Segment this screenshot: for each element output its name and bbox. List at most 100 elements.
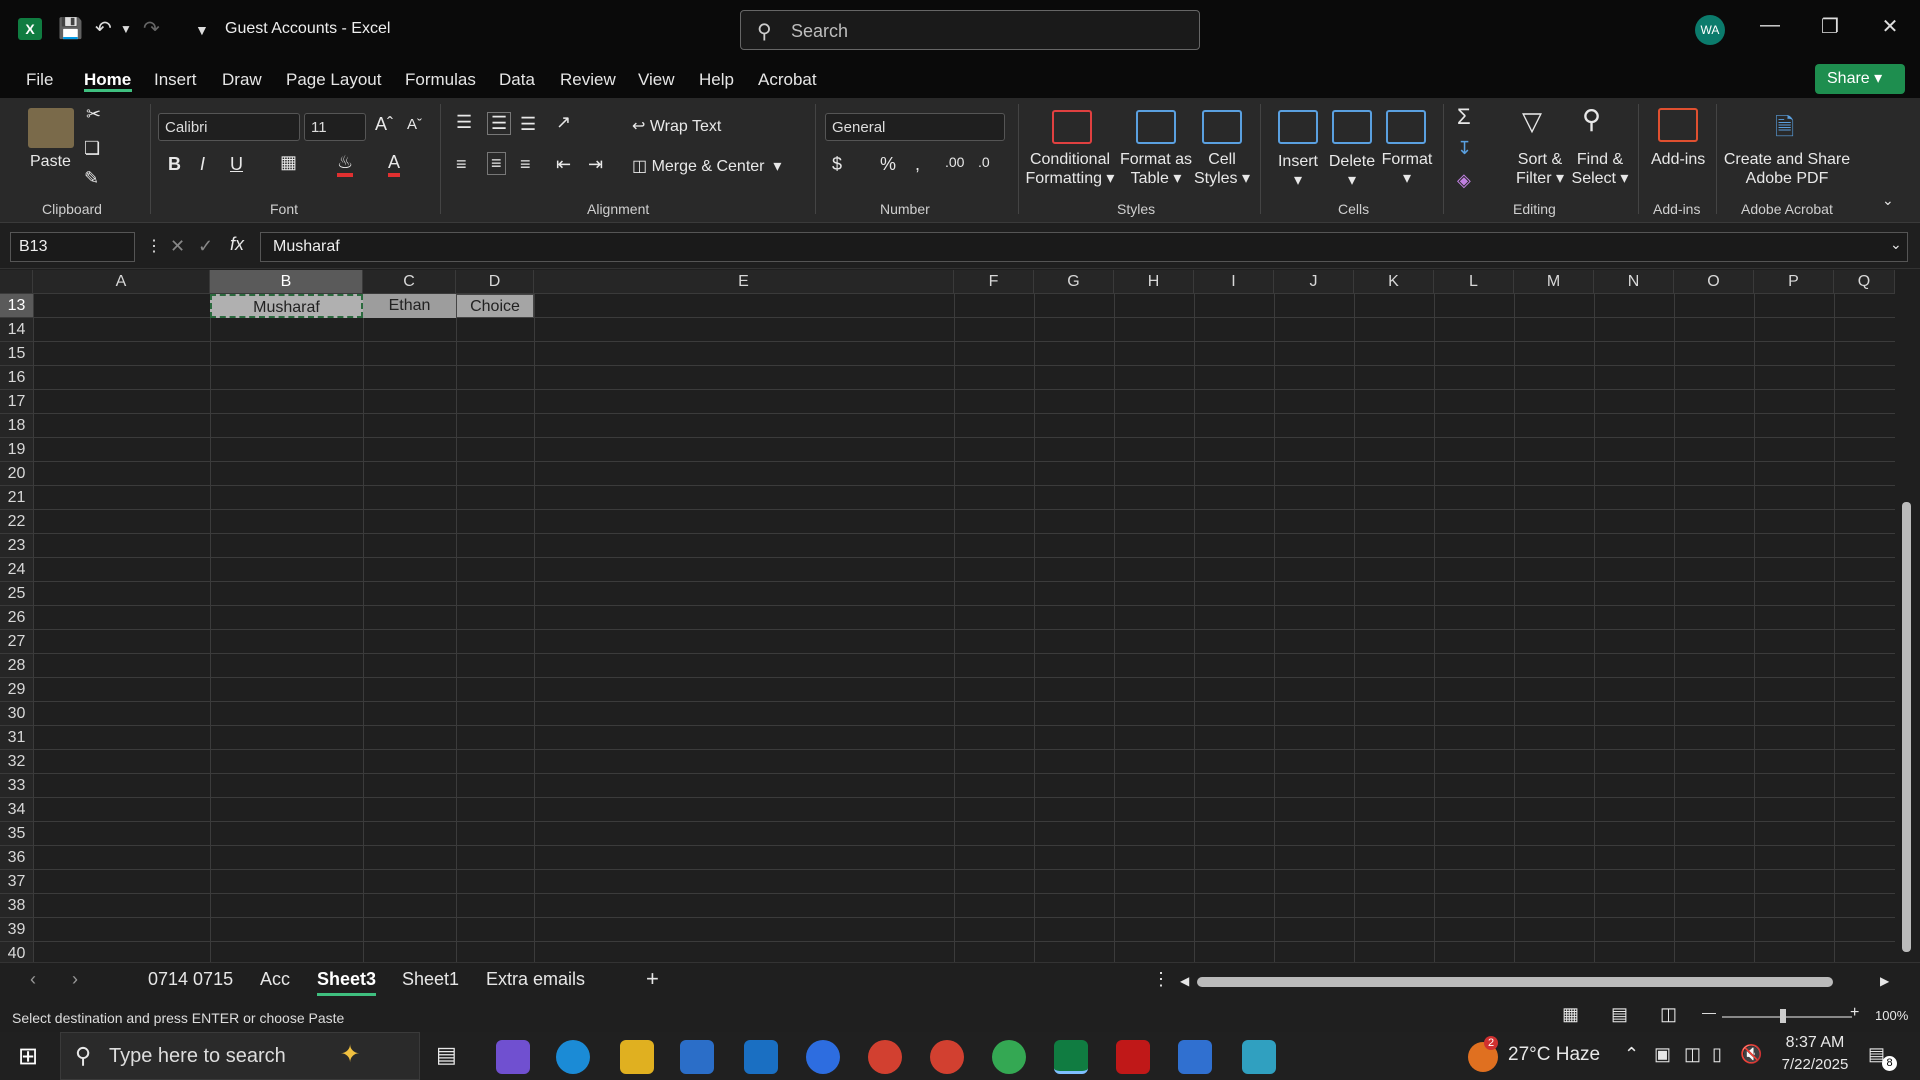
- column-header-j[interactable]: J: [1274, 270, 1354, 294]
- tab-file[interactable]: File: [26, 70, 53, 90]
- store-icon[interactable]: [680, 1040, 714, 1074]
- row-header[interactable]: 32: [0, 750, 33, 774]
- row-header[interactable]: 35: [0, 822, 33, 846]
- merge-center-button[interactable]: ◫ Merge & Center ▾: [632, 157, 781, 176]
- sheet-tab-sheet1[interactable]: Sheet1: [402, 969, 459, 990]
- align-right-icon[interactable]: ≡: [520, 154, 531, 175]
- wrap-text-button[interactable]: ↩ Wrap Text: [632, 117, 721, 136]
- cell-c13[interactable]: Ethan: [363, 294, 456, 318]
- row-header[interactable]: 27: [0, 630, 33, 654]
- paste-label[interactable]: Paste: [30, 152, 71, 171]
- find-select-icon[interactable]: ⚲: [1582, 104, 1601, 135]
- search-box[interactable]: ⚲ Search: [740, 10, 1200, 50]
- row-header[interactable]: 38: [0, 894, 33, 918]
- percent-icon[interactable]: %: [880, 154, 896, 175]
- row-header[interactable]: 22: [0, 510, 33, 534]
- column-header-o[interactable]: O: [1674, 270, 1754, 294]
- edge-icon[interactable]: [556, 1040, 590, 1074]
- conditional-formatting-icon[interactable]: [1052, 110, 1092, 144]
- chrome-alt-icon[interactable]: [992, 1040, 1026, 1074]
- page-break-view-icon[interactable]: ◫: [1660, 1004, 1677, 1025]
- row-header[interactable]: 29: [0, 678, 33, 702]
- row-header[interactable]: 39: [0, 918, 33, 942]
- font-size-select[interactable]: 11: [304, 113, 366, 141]
- italic-icon[interactable]: I: [200, 154, 205, 175]
- excel-taskbar-icon[interactable]: [1054, 1040, 1088, 1074]
- cell-b13[interactable]: Musharaf: [210, 294, 363, 318]
- decrease-decimal-icon[interactable]: .0: [978, 154, 990, 170]
- minimize-icon[interactable]: —: [1750, 14, 1790, 37]
- borders-icon[interactable]: ▦: [280, 152, 297, 173]
- zoom-out-icon[interactable]: —: [1702, 1004, 1716, 1020]
- device-icon[interactable]: ◫: [1684, 1044, 1701, 1065]
- column-header-n[interactable]: N: [1594, 270, 1674, 294]
- align-center-icon[interactable]: ≡: [487, 152, 506, 175]
- tab-draw[interactable]: Draw: [222, 70, 262, 90]
- row-header[interactable]: 25: [0, 582, 33, 606]
- clear-icon[interactable]: ◈: [1457, 170, 1471, 191]
- format-as-table-button[interactable]: Format as Table ▾: [1118, 150, 1194, 188]
- formula-input[interactable]: Musharaf: [260, 232, 1908, 262]
- restore-icon[interactable]: ❐: [1810, 14, 1850, 39]
- zoom-slider-thumb[interactable]: [1780, 1009, 1786, 1023]
- column-header-f[interactable]: F: [954, 270, 1034, 294]
- more-options-icon[interactable]: ⋮: [146, 236, 162, 256]
- windows-start-icon[interactable]: ⊞: [18, 1042, 38, 1071]
- add-ins-icon[interactable]: [1658, 108, 1698, 142]
- row-header[interactable]: 19: [0, 438, 33, 462]
- decrease-indent-icon[interactable]: ⇤: [556, 154, 571, 175]
- row-header[interactable]: 16: [0, 366, 33, 390]
- column-header-k[interactable]: K: [1354, 270, 1434, 294]
- select-all-corner[interactable]: [0, 270, 33, 294]
- worksheet-grid[interactable]: [0, 270, 1895, 962]
- delete-cells-button[interactable]: Delete ▾: [1326, 152, 1378, 190]
- fill-color-icon[interactable]: ♨: [337, 152, 354, 177]
- column-header-h[interactable]: H: [1114, 270, 1194, 294]
- battery-icon[interactable]: ▯: [1712, 1044, 1722, 1065]
- clock-time[interactable]: 8:37 AM: [1775, 1034, 1855, 1052]
- close-icon[interactable]: ✕: [1870, 14, 1910, 39]
- column-header-p[interactable]: P: [1754, 270, 1834, 294]
- tab-home[interactable]: Home: [84, 70, 131, 90]
- tab-insert[interactable]: Insert: [154, 70, 197, 90]
- filezilla-icon[interactable]: [1116, 1040, 1150, 1074]
- bold-icon[interactable]: B: [168, 154, 181, 175]
- row-header[interactable]: 34: [0, 798, 33, 822]
- align-top-icon[interactable]: ☰: [456, 112, 472, 133]
- tab-acrobat[interactable]: Acrobat: [758, 70, 817, 90]
- tab-help[interactable]: Help: [699, 70, 734, 90]
- tab-page-layout[interactable]: Page Layout: [286, 70, 381, 90]
- format-painter-icon[interactable]: ✎: [84, 168, 99, 189]
- vertical-scroll-thumb[interactable]: [1902, 502, 1911, 952]
- row-header[interactable]: 13: [0, 294, 33, 318]
- app-icon[interactable]: [1242, 1040, 1276, 1074]
- column-header-m[interactable]: M: [1514, 270, 1594, 294]
- volume-muted-icon[interactable]: 🔇: [1740, 1044, 1762, 1065]
- sheet-tab-0714[interactable]: 0714 0715: [148, 969, 233, 990]
- confirm-entry-icon[interactable]: ✓: [198, 236, 213, 257]
- sheet-tab-acc[interactable]: Acc: [260, 969, 290, 990]
- column-header-e[interactable]: E: [534, 270, 954, 294]
- scroll-left-icon[interactable]: ◀: [1180, 974, 1189, 988]
- delete-cells-icon[interactable]: [1332, 110, 1372, 144]
- insert-function-icon[interactable]: fx: [230, 234, 244, 255]
- currency-icon[interactable]: $: [832, 154, 842, 175]
- undo-dropdown-icon[interactable]: ▼: [120, 22, 132, 36]
- cell-d13[interactable]: Choice: [456, 294, 534, 318]
- column-header-c[interactable]: C: [363, 270, 456, 294]
- sort-filter-button[interactable]: Sort & Filter ▾: [1508, 150, 1572, 188]
- row-header[interactable]: 15: [0, 342, 33, 366]
- sheet-options-icon[interactable]: ⋮: [1152, 969, 1170, 990]
- row-header[interactable]: 24: [0, 558, 33, 582]
- row-header[interactable]: 23: [0, 534, 33, 558]
- redo-icon[interactable]: ↷: [143, 16, 160, 41]
- name-box[interactable]: B13: [10, 232, 135, 262]
- row-header[interactable]: 14: [0, 318, 33, 342]
- tab-view[interactable]: View: [638, 70, 675, 90]
- cancel-entry-icon[interactable]: ✕: [170, 236, 185, 257]
- zoom-in-icon[interactable]: +: [1850, 1004, 1859, 1022]
- sheet-tab-extra-emails[interactable]: Extra emails: [486, 969, 585, 990]
- network-icon[interactable]: ▣: [1654, 1044, 1671, 1065]
- column-header-a[interactable]: A: [33, 270, 210, 294]
- copilot-sparkle-icon[interactable]: ✦: [340, 1040, 360, 1069]
